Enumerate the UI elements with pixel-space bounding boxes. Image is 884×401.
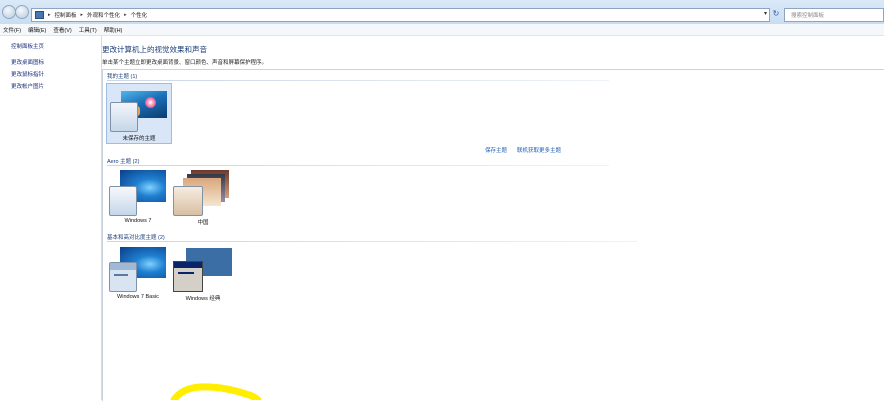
- theme-china[interactable]: 中国: [171, 168, 235, 226]
- control-panel-home-link[interactable]: 控制面板主页: [11, 42, 44, 50]
- theme-list: [102, 69, 884, 401]
- chevron-right-icon: ▸: [80, 12, 84, 18]
- breadcrumb-appearance[interactable]: 外观和个性化: [87, 11, 120, 19]
- window-preview: [109, 262, 137, 292]
- menu-bar: 文件(F) 编辑(E) 查看(V) 工具(T) 帮助(H): [0, 24, 884, 36]
- get-more-themes-link[interactable]: 联机获取更多主题: [517, 146, 561, 154]
- left-task-pane: 控制面板主页 更改桌面图标 更改鼠标指针 更改帐户图片: [0, 36, 102, 400]
- change-desktop-icons-link[interactable]: 更改桌面图标: [11, 58, 44, 66]
- divider: [107, 80, 609, 81]
- my-themes-heading: 我的主题 (1): [107, 74, 138, 80]
- window-color-swatch: [110, 102, 138, 132]
- chevron-down-icon[interactable]: ▾: [764, 10, 767, 17]
- window-color-swatch: [173, 186, 203, 216]
- back-button[interactable]: [2, 5, 16, 19]
- page-title: 更改计算机上的视觉效果和声音: [102, 45, 207, 54]
- menu-view[interactable]: 查看(V): [53, 26, 71, 34]
- theme-label: 未保存的主题: [122, 136, 156, 142]
- window-color-swatch: [109, 186, 137, 216]
- theme-windows-7[interactable]: Windows 7: [106, 168, 170, 226]
- page-subtitle: 单击某个主题立即更改桌面背景、窗口颜色、声音和屏幕保护程序。: [102, 60, 268, 66]
- basic-themes-heading: 基本和高对比度主题 (2): [107, 235, 165, 241]
- theme-label: Windows 经典: [185, 296, 221, 302]
- refresh-icon[interactable]: ↻: [771, 9, 781, 19]
- theme-windows-classic[interactable]: Windows 经典: [171, 244, 235, 302]
- theme-label: Windows 7 Basic: [117, 294, 159, 300]
- theme-unsaved[interactable]: 未保存的主题: [106, 83, 172, 144]
- aero-themes-heading: Aero 主题 (2): [107, 159, 140, 165]
- save-theme-link[interactable]: 保存主题: [485, 146, 507, 154]
- menu-tools[interactable]: 工具(T): [79, 26, 97, 34]
- theme-label: 中国: [197, 220, 209, 226]
- search-input[interactable]: 搜索控制面板: [784, 8, 884, 22]
- search-placeholder: 搜索控制面板: [791, 13, 825, 19]
- menu-edit[interactable]: 编辑(E): [28, 26, 46, 34]
- breadcrumb-personalization[interactable]: 个性化: [131, 11, 148, 19]
- highlighter-mark: [170, 383, 262, 400]
- theme-windows-7-basic[interactable]: Windows 7 Basic: [106, 244, 170, 302]
- divider: [107, 241, 637, 242]
- forward-button[interactable]: [15, 5, 29, 19]
- breadcrumb-control-panel[interactable]: 控制面板: [55, 11, 77, 19]
- window-preview: [173, 261, 203, 292]
- control-panel-icon: [35, 11, 44, 19]
- address-field[interactable]: ▸ 控制面板 ▸ 外观和个性化 ▸ 个性化 ▾: [31, 8, 770, 22]
- address-toolbar: ▸ 控制面板 ▸ 外观和个性化 ▸ 个性化 ▾ ↻ 搜索控制面板: [0, 0, 884, 25]
- menu-file[interactable]: 文件(F): [3, 26, 21, 34]
- change-account-picture-link[interactable]: 更改帐户图片: [11, 82, 44, 90]
- change-mouse-pointers-link[interactable]: 更改鼠标指针: [11, 70, 44, 78]
- chevron-right-icon: ▸: [48, 12, 51, 18]
- divider: [107, 165, 609, 166]
- chevron-right-icon: ▸: [124, 12, 127, 18]
- menu-help[interactable]: 帮助(H): [104, 26, 123, 34]
- theme-label: Windows 7: [124, 218, 152, 224]
